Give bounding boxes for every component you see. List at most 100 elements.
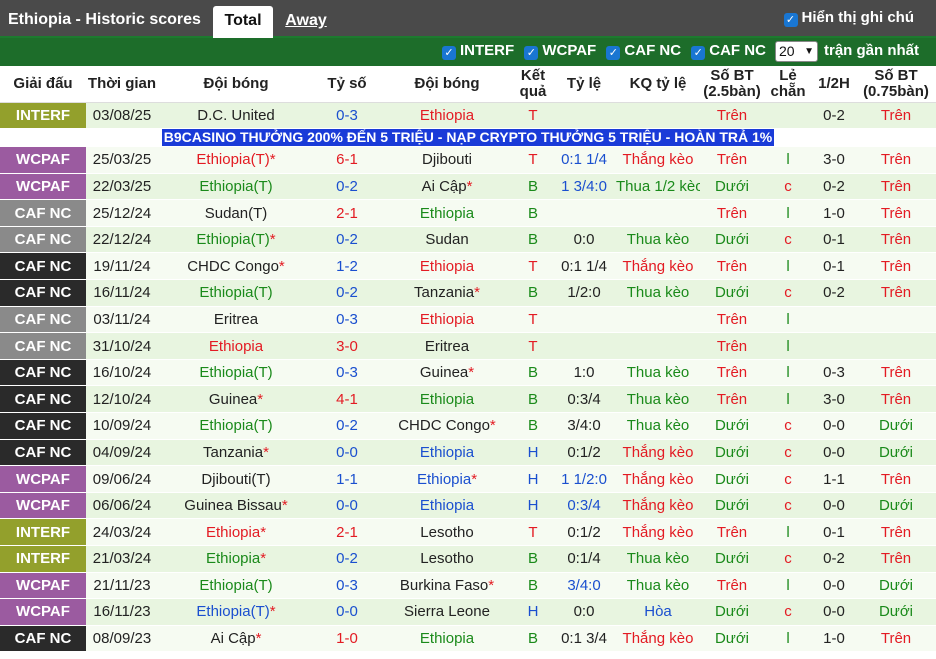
match-result: T [514,102,552,130]
table-row[interactable]: CAF NC 03/11/24 Eritrea 0-3 Ethiopia T Trên l [0,306,936,334]
table-row[interactable]: CAF NC 12/10/24 Guinea* 4-1 Ethiopia B 0:3/4 Th… [0,385,936,414]
half-time-score: 1-0 [812,199,856,227]
away-team: Ethiopia [380,252,514,281]
filter-caf-nc-2[interactable]: ✓ CAF NC [691,42,766,60]
home-team: Ethiopia(T)* [158,146,314,174]
league-badge: WCPAF [0,572,86,600]
match-score: 2-1 [314,199,380,227]
promo-banner-row[interactable]: B9CASINO THƯỞNG 200% ĐẾN 5 TRIỆU - NẠP C… [0,128,936,148]
table-row[interactable]: CAF NC 04/09/24 Tanzania* 0-0 Ethiopia H 0:1/2… [0,439,936,467]
odd-even: l [764,385,812,414]
handicap-odds: 0:1/4 [552,545,616,573]
tab-total[interactable]: Total [213,6,273,38]
table-row[interactable]: CAF NC 22/12/24 Ethiopia(T)* 0-2 Sudan B 0:0 Th… [0,226,936,254]
away-team: Eritrea [380,332,514,360]
table-row[interactable]: CAF NC 10/09/24 Ethiopia(T) 0-2 CHDC Congo* B… [0,412,936,440]
over-under-2-5: Dưới [700,279,764,307]
league-badge: CAF NC [0,385,86,414]
odd-even: l [764,146,812,174]
promo-text[interactable]: B9CASINO THƯỞNG 200% ĐẾN 5 TRIỆU - NẠP C… [161,129,775,146]
odd-even: c [764,226,812,254]
home-team: D.C. United [158,102,314,130]
tab-away[interactable]: Away [284,6,328,38]
match-date: 22/12/24 [86,226,158,254]
handicap-odds: 0:1/2 [552,439,616,467]
half-time-score: 0-2 [812,173,856,201]
over-under-0-75: Trên [856,625,936,653]
table-row[interactable]: CAF NC 31/10/24 Ethiopia 3-0 Eritrea T Trên l [0,332,936,360]
half-time-score: 0-0 [812,598,856,626]
table-row[interactable]: WCPAF 22/03/25 Ethiopia(T) 0-2 Ai Cập* B 1 3/4… [0,173,936,201]
match-result: B [514,545,552,573]
table-row[interactable]: INTERF 24/03/24 Ethiopia* 2-1 Lesotho T 0:1/2 T… [0,518,936,546]
favorite-star-marker: * [488,576,495,594]
half-time-score: 0-1 [812,226,856,254]
over-under-2-5: Dưới [700,465,764,493]
table-row[interactable]: WCPAF 09/06/24 Djibouti(T) 1-1 Ethiopia* H 1 1… [0,465,936,493]
checkbox-checked-icon: ✓ [524,46,539,60]
over-under-0-75: Trên [856,518,936,546]
favorite-star-marker: * [255,630,262,648]
handicap-odds [552,332,616,360]
odd-even: c [764,173,812,201]
match-date: 10/09/24 [86,412,158,440]
table-row[interactable]: CAF NC 16/10/24 Ethiopia(T) 0-3 Guinea* B 1:0 T… [0,359,936,387]
filter-bar: ✓ INTERF ✓ WCPAF ✓ CAF NC ✓ CAF NC 20 ▼ trận… [0,38,936,66]
match-score: 0-0 [314,439,380,467]
match-date: 12/10/24 [86,385,158,414]
match-date: 24/03/24 [86,518,158,546]
table-row[interactable]: CAF NC 19/11/24 CHDC Congo* 1-2 Ethiopia T 0:1… [0,252,936,281]
handicap-result: Thắng kèo [616,252,700,281]
handicap-result: Hòa [616,598,700,626]
table-row[interactable]: CAF NC 16/11/24 Ethiopia(T) 0-2 Tanzania* B 1/… [0,279,936,307]
home-team: Sudan(T) [158,199,314,227]
over-under-2-5: Trên [700,306,764,334]
match-count-select[interactable]: 20 ▼ [775,41,818,62]
away-team: Lesotho [380,545,514,573]
table-row[interactable]: WCPAF 25/03/25 Ethiopia(T)* 6-1 Djibouti T 0:1… [0,146,936,174]
handicap-odds [552,306,616,334]
table-row[interactable]: INTERF 21/03/24 Ethiopia* 0-2 Lesotho B 0:1/4 T… [0,545,936,573]
filter-wcpaf[interactable]: ✓ WCPAF [524,42,596,60]
promo-banner[interactable]: B9CASINO THƯỞNG 200% ĐẾN 5 TRIỆU - NẠP C… [0,128,936,148]
odd-even: l [764,252,812,281]
filter-label: INTERF [460,42,515,59]
handicap-result: Thua kèo [616,572,700,600]
match-score: 0-2 [314,279,380,307]
table-row[interactable]: INTERF 03/08/25 D.C. United 0-3 Ethiopia T Trê… [0,102,936,130]
over-under-0-75: Dưới [856,492,936,520]
show-notes-toggle[interactable]: ✓ Hiển thị ghi chú [783,9,914,27]
table-row[interactable]: WCPAF 16/11/23 Ethiopia(T)* 0-0 Sierra Leone… [0,598,936,626]
match-result: H [514,598,552,626]
handicap-result: Thua kèo [616,359,700,387]
over-under-0-75: Trên [856,199,936,227]
away-team: Sierra Leone [380,598,514,626]
column-header: Đội bóng [158,66,314,103]
filter-interf[interactable]: ✓ INTERF [442,42,515,60]
home-team: Ethiopia* [158,518,314,546]
over-under-2-5: Trên [700,359,764,387]
table-row[interactable]: CAF NC 08/09/23 Ai Cập* 1-0 Ethiopia B 0:1 3/4… [0,625,936,653]
away-team: Ethiopia [380,439,514,467]
half-time-score: 0-0 [812,492,856,520]
column-header: Kết quả [514,66,552,103]
home-team: Ethiopia(T) [158,173,314,201]
match-result: B [514,359,552,387]
over-under-2-5: Trên [700,199,764,227]
home-team: Ethiopia(T) [158,412,314,440]
match-date: 16/11/24 [86,279,158,307]
home-team: Ethiopia(T)* [158,598,314,626]
favorite-star-marker: * [257,390,264,408]
filter-caf-nc[interactable]: ✓ CAF NC [606,42,681,60]
table-row[interactable]: WCPAF 21/11/23 Ethiopia(T) 0-3 Burkina Faso*… [0,572,936,600]
handicap-odds: 1 3/4:0 [552,173,616,201]
match-result: T [514,252,552,281]
table-row[interactable]: CAF NC 25/12/24 Sudan(T) 2-1 Ethiopia B Trên l 1… [0,199,936,227]
handicap-odds: 1/2:0 [552,279,616,307]
match-score: 4-1 [314,385,380,414]
column-header: KQ tỷ lệ [616,66,700,103]
match-date: 03/11/24 [86,306,158,334]
table-row[interactable]: WCPAF 06/06/24 Guinea Bissau* 0-0 Ethiopia H 0… [0,492,936,520]
favorite-star-marker: * [269,231,276,249]
half-time-score: 0-1 [812,518,856,546]
